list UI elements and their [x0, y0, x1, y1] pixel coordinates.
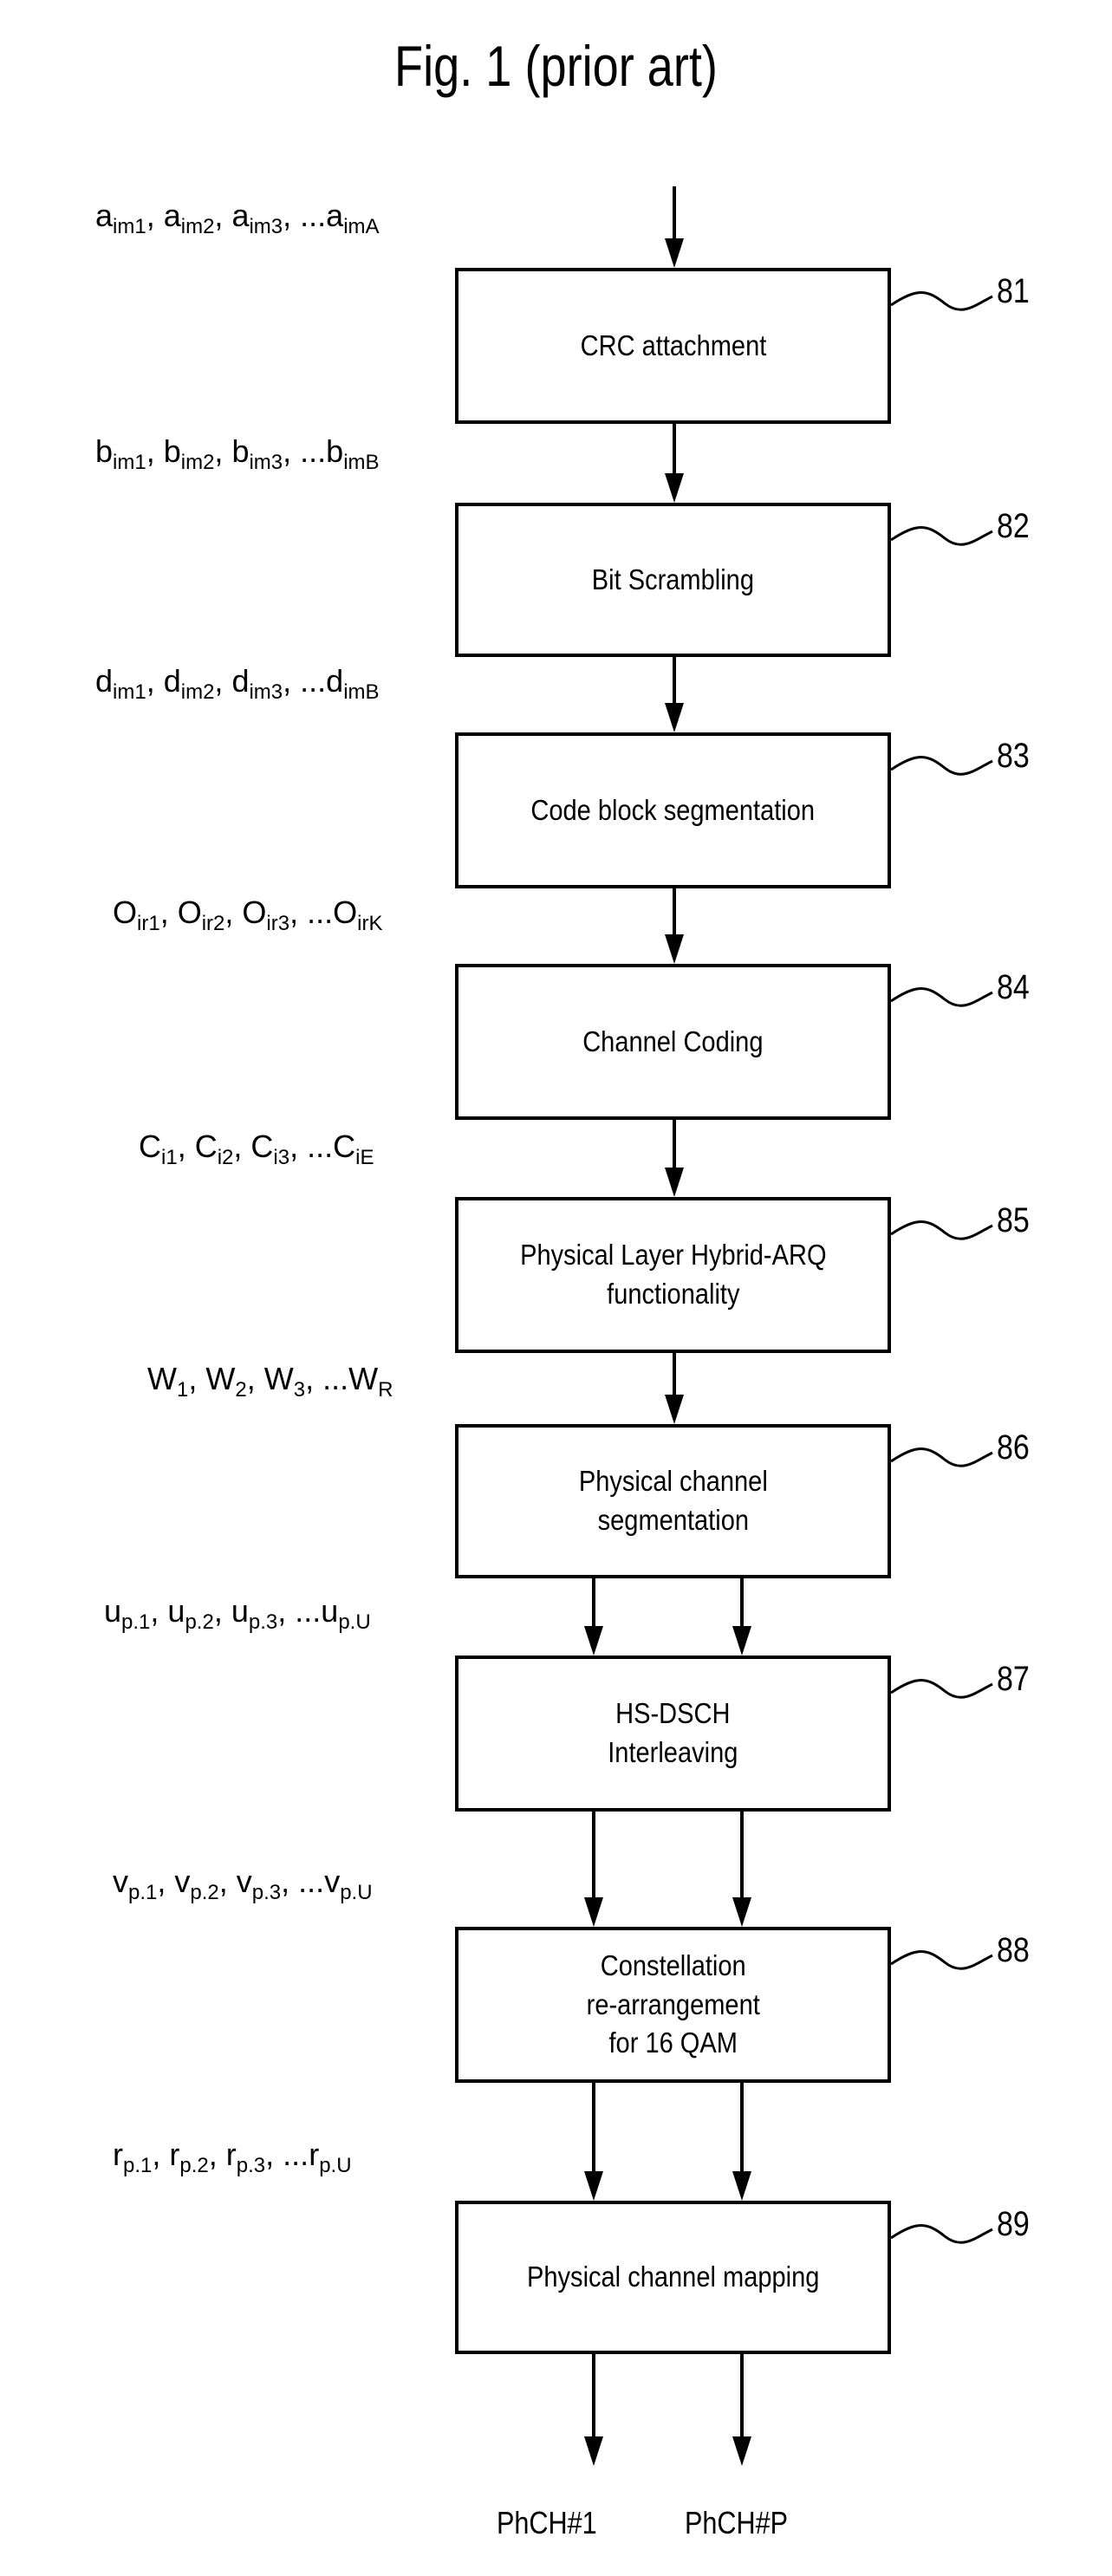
arrow-in-84-arrowhead-icon: [665, 934, 684, 964]
reference-numeral: 88: [997, 1931, 1030, 1969]
block-label: Physical channel mapping: [526, 2261, 820, 2293]
leader-line: [890, 987, 993, 1007]
data-sequence-label: vp.1, vp.2, vp.3, ...vp.U: [113, 1864, 373, 1904]
arrow-in-87-b-arrowhead-icon: [732, 1626, 751, 1656]
block-86: Physical channel segmentation: [455, 1424, 891, 1578]
data-sequence-label: rp.1, rp.2, rp.3, ...rp.U: [113, 2137, 352, 2177]
block-label: CRC attachment: [580, 329, 766, 361]
block-label: Physical Layer Hybrid-ARQ functionality: [519, 1239, 827, 1310]
block-83: Code block segmentation: [455, 732, 891, 888]
block-87: HS-DSCH Interleaving: [455, 1656, 891, 1812]
reference-numeral: 81: [997, 272, 1030, 310]
data-sequence-label: Oir1, Oir2, Oir3, ...OirK: [113, 894, 383, 935]
arrow-out-phch1-arrowhead-icon: [584, 2436, 603, 2466]
reference-numeral: 89: [997, 2205, 1030, 2243]
reference-numeral: 85: [997, 1201, 1030, 1239]
arrow-in-89-b-arrowhead-icon: [732, 2171, 751, 2201]
reference-numeral: 82: [997, 507, 1030, 545]
data-sequence-label: bim1, bim2, bim3, ...bimB: [95, 433, 380, 474]
leader-line: [890, 756, 993, 776]
data-sequence-label: aim1, aim2, aim3, ...aimA: [95, 198, 380, 238]
leader-line: [890, 2224, 993, 2244]
block-label: Constellation re-arrangement for 16 QAM: [586, 1949, 760, 2059]
arrow-in-81-arrowhead-icon: [665, 238, 684, 268]
block-85: Physical Layer Hybrid-ARQ functionality: [455, 1197, 891, 1353]
output-label-phch1: PhCH#1: [497, 2505, 597, 2540]
data-sequence-label: W1, W2, W3, ...WR: [147, 1361, 393, 1402]
block-84: Channel Coding: [455, 964, 891, 1120]
block-89: Physical channel mapping: [455, 2201, 891, 2354]
arrow-in-87-a-arrowhead-icon: [584, 1626, 603, 1656]
data-sequence-label: dim1, dim2, dim3, ...dimB: [95, 663, 380, 704]
reference-numeral: 87: [997, 1660, 1030, 1698]
leader-line: [890, 1447, 993, 1467]
block-label: HS-DSCH Interleaving: [608, 1697, 738, 1768]
data-sequence-label: up.1, up.2, up.3, ...up.U: [104, 1593, 371, 1634]
arrow-in-88-b-arrowhead-icon: [732, 1897, 751, 1927]
leader-line: [890, 291, 993, 311]
arrow-in-83-arrowhead-icon: [665, 703, 684, 732]
block-label: Physical channel segmentation: [578, 1465, 768, 1536]
arrow-in-85-arrowhead-icon: [665, 1168, 684, 1197]
leader-line: [890, 526, 993, 546]
arrow-out-phchp-arrowhead-icon: [732, 2436, 751, 2466]
arrow-in-89-a-arrowhead-icon: [584, 2171, 603, 2201]
reference-numeral: 86: [997, 1428, 1030, 1467]
leader-line: [890, 1220, 993, 1240]
block-label: Bit Scrambling: [591, 563, 755, 595]
block-88: Constellation re-arrangement for 16 QAM: [455, 1927, 891, 2083]
arrow-in-88-a-arrowhead-icon: [584, 1897, 603, 1927]
leader-line: [890, 1950, 993, 1970]
output-label-phchp: PhCH#P: [685, 2505, 789, 2540]
block-81: CRC attachment: [455, 268, 891, 424]
block-label: Code block segmentation: [530, 793, 816, 826]
leader-line: [890, 1679, 993, 1699]
reference-numeral: 83: [997, 737, 1030, 775]
arrow-in-82-arrowhead-icon: [665, 473, 684, 503]
block-label: Channel Coding: [582, 1025, 764, 1057]
arrow-in-86-arrowhead-icon: [665, 1395, 684, 1424]
data-sequence-label: Ci1, Ci2, Ci3, ...CiE: [139, 1129, 374, 1169]
reference-numeral: 84: [997, 968, 1030, 1006]
block-82: Bit Scrambling: [455, 503, 891, 657]
